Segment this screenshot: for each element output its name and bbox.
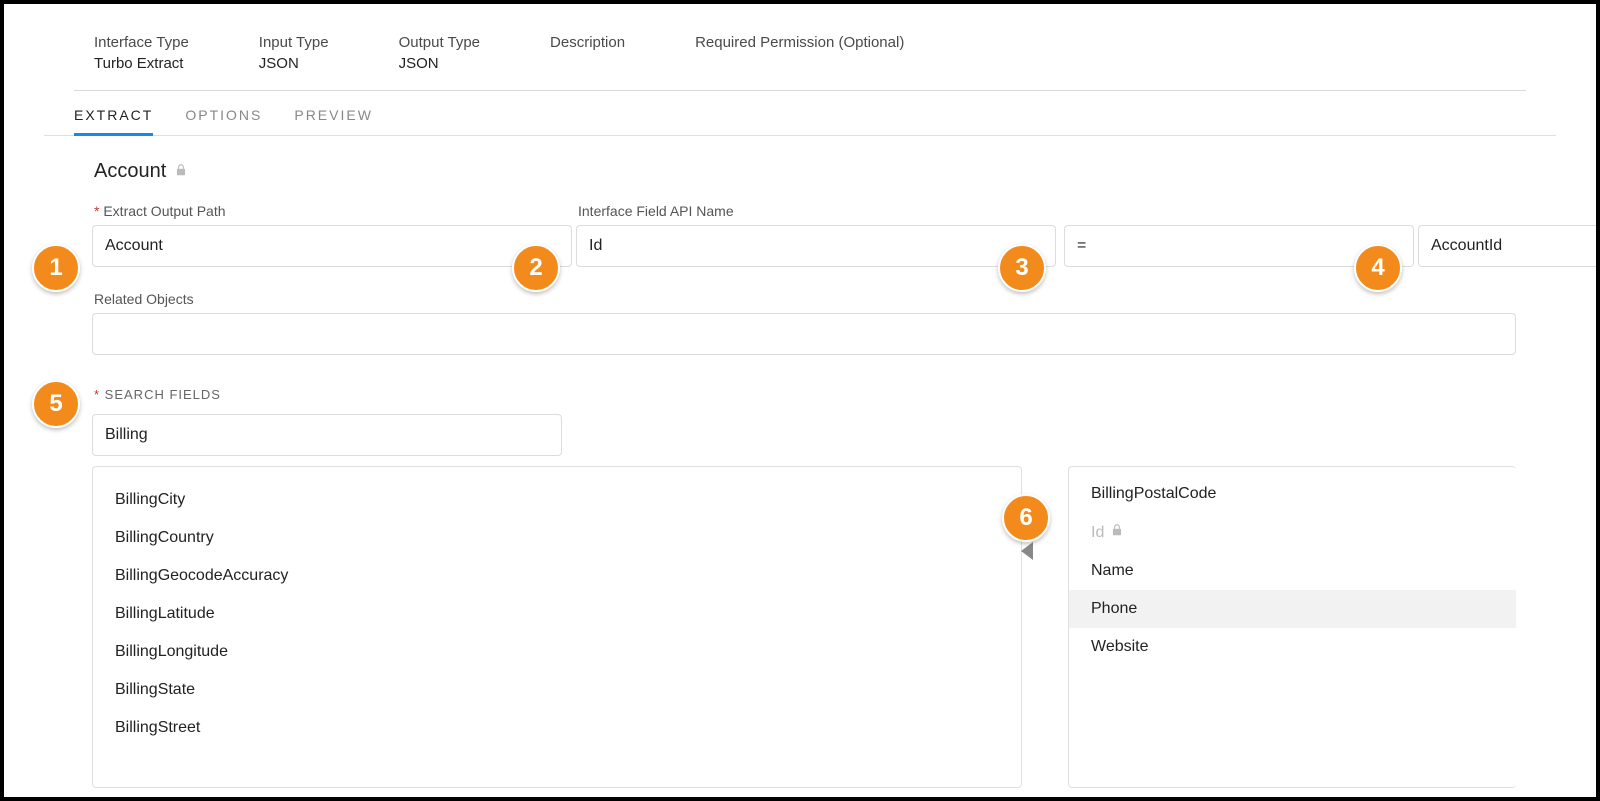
meta-required-permission: Required Permission (Optional) (695, 34, 904, 72)
lock-icon (174, 163, 188, 181)
tab-bar: EXTRACT OPTIONS PREVIEW (44, 91, 1556, 136)
tab-extract[interactable]: EXTRACT (74, 99, 153, 136)
extract-output-path-input[interactable] (92, 225, 572, 267)
meta-value: JSON (259, 55, 329, 72)
meta-label: Output Type (399, 34, 480, 51)
available-field-item[interactable]: BillingLongitude (93, 633, 1021, 671)
arrow-left-icon[interactable] (1021, 542, 1033, 560)
section-title: Account (44, 136, 1556, 189)
available-fields-list[interactable]: BillingCityBillingCountryBillingGeocodeA… (92, 466, 1022, 788)
selected-field-item[interactable]: Phone (1069, 590, 1516, 628)
callout-1: 1 (32, 244, 80, 292)
available-field-item[interactable]: BillingLatitude (93, 595, 1021, 633)
related-objects-input[interactable] (92, 313, 1516, 355)
selected-field-item[interactable]: BillingPostalCode (1069, 475, 1516, 513)
callout-5: 5 (32, 380, 80, 428)
selected-fields-list[interactable]: BillingPostalCodeIdNamePhoneWebsite (1068, 466, 1516, 788)
lock-icon (1110, 523, 1124, 542)
selected-field-item: Id (1069, 513, 1516, 552)
tab-preview[interactable]: PREVIEW (294, 99, 373, 135)
meta-output-type: Output Type JSON (399, 34, 480, 72)
interface-field-api-name-label: Interface Field API Name (576, 197, 1056, 225)
meta-label: Description (550, 34, 625, 51)
meta-description: Description (550, 34, 625, 72)
callout-3: 3 (998, 244, 1046, 292)
meta-label: Input Type (259, 34, 329, 51)
dual-listbox: BillingCityBillingCountryBillingGeocodeA… (92, 466, 1516, 788)
meta-interface-type: Interface Type Turbo Extract (94, 34, 189, 72)
callout-6: 6 (1002, 494, 1050, 542)
meta-label: Interface Type (94, 34, 189, 51)
available-field-item[interactable]: BillingGeocodeAccuracy (93, 557, 1021, 595)
meta-value: JSON (399, 55, 480, 72)
callout-2: 2 (512, 244, 560, 292)
compare-value-input[interactable] (1418, 225, 1600, 267)
related-objects-label: Related Objects (92, 285, 1516, 313)
header-meta-row: Interface Type Turbo Extract Input Type … (44, 34, 1556, 90)
meta-label: Required Permission (Optional) (695, 34, 904, 51)
tab-options[interactable]: OPTIONS (185, 99, 262, 135)
available-field-item[interactable]: BillingStreet (93, 709, 1021, 747)
available-field-item[interactable]: BillingCountry (93, 519, 1021, 557)
meta-value: Turbo Extract (94, 55, 189, 72)
callout-4: 4 (1354, 244, 1402, 292)
section-title-text: Account (94, 160, 166, 183)
selected-field-item[interactable]: Name (1069, 552, 1516, 590)
selected-field-item[interactable]: Website (1069, 628, 1516, 666)
available-field-item[interactable]: BillingState (93, 671, 1021, 709)
available-field-item[interactable]: BillingCity (93, 481, 1021, 519)
filter-row: Extract Output Path Interface Field API … (92, 197, 1516, 267)
extract-output-path-label: Extract Output Path (92, 197, 572, 225)
meta-input-type: Input Type JSON (259, 34, 329, 72)
search-fields-input[interactable] (92, 414, 562, 456)
interface-field-api-name-input[interactable] (576, 225, 1056, 267)
search-fields-label: SEARCH FIELDS (92, 381, 1516, 408)
